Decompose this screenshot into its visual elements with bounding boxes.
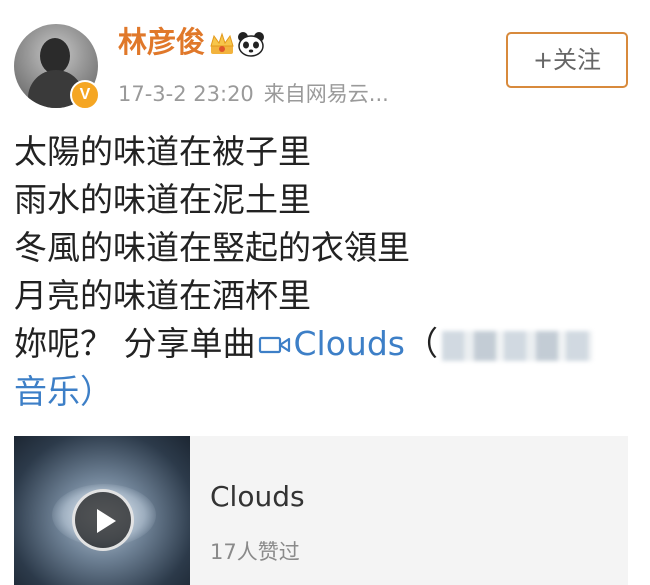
verified-badge-icon: V xyxy=(70,80,100,110)
play-button[interactable] xyxy=(72,489,134,551)
play-icon xyxy=(97,509,116,533)
post-time: 17-3-2 23:20 xyxy=(118,82,254,106)
music-card[interactable]: Clouds 17人赞过 xyxy=(14,436,628,585)
avatar-head xyxy=(40,38,70,74)
song-link[interactable]: Clouds xyxy=(256,324,405,363)
content-line: 太陽的味道在被子里 xyxy=(14,132,311,171)
blurred-text xyxy=(441,330,592,361)
share-prefix: 妳呢？ 分享单曲 xyxy=(14,324,256,363)
song-title: Clouds xyxy=(210,480,305,513)
song-likes: 17人赞过 xyxy=(210,540,300,564)
follow-button[interactable]: +关注 xyxy=(506,32,628,88)
music-link-icon xyxy=(258,336,290,354)
share-source-open: （ xyxy=(404,324,438,363)
share-line: 妳呢？ 分享单曲 Clouds（ xyxy=(14,320,634,368)
song-link-label[interactable]: Clouds xyxy=(294,324,405,363)
content-line: 月亮的味道在酒杯里 xyxy=(14,276,311,315)
crown-icon xyxy=(210,32,234,54)
post-source[interactable]: 来自网易云... xyxy=(264,82,389,106)
share-source-tail[interactable]: 音乐） xyxy=(14,368,634,416)
post-meta: 17-3-2 23:20 来自网易云... xyxy=(118,78,389,108)
content-line: 冬風的味道在竪起的衣領里 xyxy=(14,228,410,267)
panda-icon xyxy=(238,32,265,57)
post-content: 太陽的味道在被子里 雨水的味道在泥土里 冬風的味道在竪起的衣領里 月亮的味道在酒… xyxy=(14,128,634,416)
album-cover xyxy=(14,436,190,585)
content-line: 雨水的味道在泥土里 xyxy=(14,180,311,219)
username-row: 林彦俊 xyxy=(118,24,265,60)
username[interactable]: 林彦俊 xyxy=(118,25,205,59)
